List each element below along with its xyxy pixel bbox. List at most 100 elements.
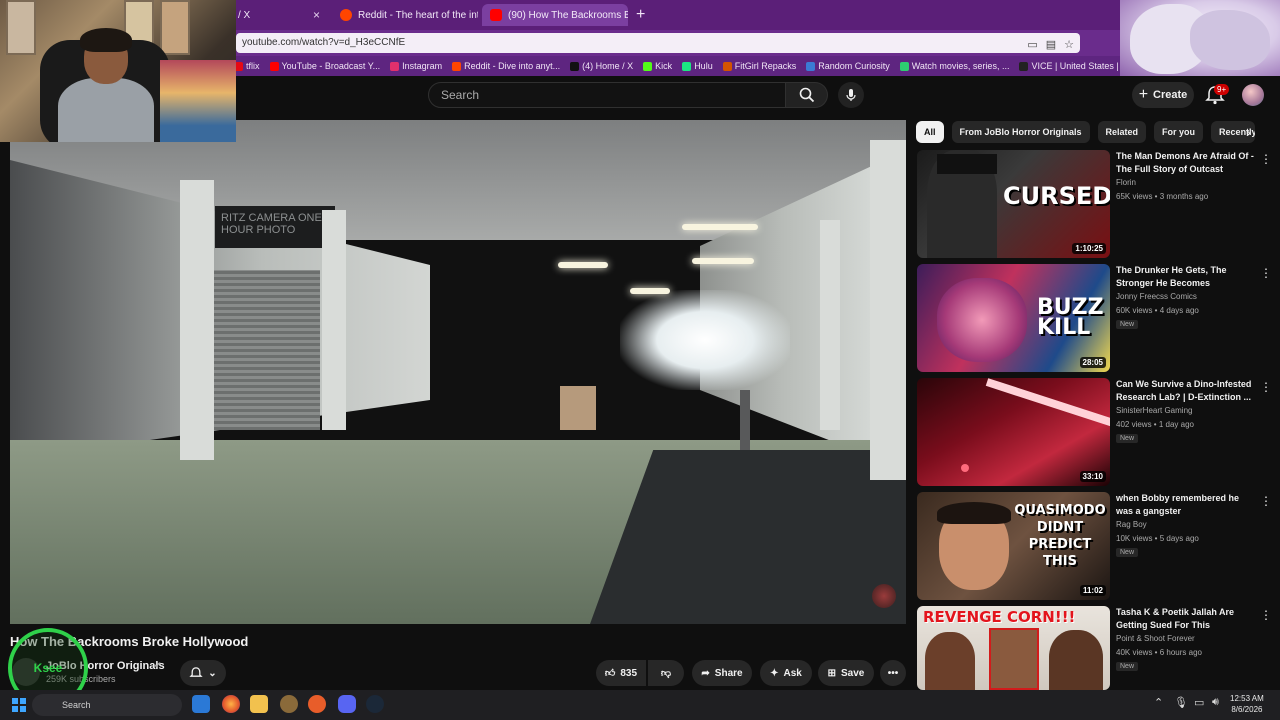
chip-from-channel[interactable]: From JoBlo Horror Originals [951,121,1090,143]
bookmark-favicon-icon [806,61,816,71]
bookmark-item[interactable]: Kick [643,61,672,71]
voice-search-button[interactable] [838,82,864,108]
new-badge: New [1116,434,1139,443]
recommendation-channel[interactable]: Florin [1116,178,1136,187]
windows-start-icon[interactable] [12,698,26,712]
create-button[interactable]: + Create [1132,82,1194,108]
search-input[interactable]: Search [428,82,786,108]
more-vertical-icon[interactable]: ⋮ [1260,266,1272,280]
microphone-tray-icon[interactable]: 🎙︎ [1174,696,1188,709]
chevron-right-icon[interactable]: › [1246,124,1251,140]
bookmark-label: Random Curiosity [818,61,890,71]
screen: / X × Reddit - The heart of the intern ×… [0,0,1280,720]
bookmark-item[interactable]: tflix [234,61,260,71]
file-explorer-icon[interactable] [250,695,268,713]
browser-tab[interactable]: / X × [230,4,328,26]
bookmark-item[interactable]: FitGirl Repacks [722,61,796,71]
chip-for-you[interactable]: For you [1154,121,1204,143]
clock-date: 8/6/2026 [1231,705,1263,714]
video-thumbnail[interactable]: CURSED 1:10:25 [917,150,1110,258]
recommendation-item[interactable]: QUASIMODO DIDNT PREDICT THIS 11:02 when … [917,492,1280,600]
recommendation-channel[interactable]: SinisterHeart Gaming [1116,406,1192,415]
taskbar-search[interactable]: Search [32,694,182,716]
browser-tab-active[interactable]: (90) How The Backrooms B × [482,4,628,26]
search-button[interactable] [786,82,828,108]
video-thumbnail[interactable]: BUZZ KILL 28:05 [917,264,1110,372]
picture-in-picture-icon[interactable]: ▭ [1027,35,1037,55]
new-badge: New [1116,662,1139,671]
bookmark-label: Reddit - Dive into anyt... [464,61,561,71]
recommendation-title[interactable]: The Man Demons Are Afraid Of - The Full … [1116,150,1256,176]
video-thumbnail[interactable]: 33:10 [917,378,1110,486]
address-bar[interactable]: youtube.com/watch?v=d_H3eCCNfE ▭ ▤ ☆ [236,33,1080,53]
notification-subscription-button[interactable]: ⌄ [180,660,226,686]
chip-all[interactable]: All [916,121,944,143]
webcam-overlay [0,0,236,142]
steam-icon[interactable] [366,695,384,713]
recommendation-item[interactable]: BUZZ KILL 28:05 The Drunker He Gets, The… [917,264,1280,372]
recommendation-channel[interactable]: Rag Boy [1116,520,1147,529]
app-icon[interactable] [280,695,298,713]
save-label: Save [841,667,865,679]
app-icon[interactable] [308,695,326,713]
bookmark-item[interactable]: VICE | United States | ... [1019,61,1129,71]
close-tab-icon[interactable]: × [305,8,320,22]
bookmark-item[interactable]: Random Curiosity [806,61,890,71]
discord-icon[interactable] [338,695,356,713]
dislike-button[interactable]: 👎︎ [648,660,684,686]
bookmark-favicon-icon [682,61,692,71]
chevron-up-icon[interactable]: ⌃ [1154,696,1163,709]
chip-related[interactable]: Related [1097,121,1147,143]
recommendation-title[interactable]: The Drunker He Gets, The Stronger He Bec… [1116,264,1256,290]
browser-tab[interactable]: Reddit - The heart of the intern × [332,4,478,26]
video-thumbnail[interactable]: REVENGE CORN!!! [917,606,1110,690]
share-icon: ➦ [701,667,710,679]
recommendation-title[interactable]: Can We Survive a Dino-Infested Research … [1116,378,1256,404]
system-clock[interactable]: 12:53 AM 8/6/2026 [1230,693,1264,715]
volume-icon[interactable]: 🔊︎ [1212,696,1219,709]
ask-button[interactable]: ✦ Ask [760,660,812,686]
recommendation-item[interactable]: 33:10 Can We Survive a Dino-Infested Res… [917,378,1280,486]
bookmark-item[interactable]: (4) Home / X [570,61,633,71]
task-view-icon[interactable] [192,695,210,713]
channel-watermark[interactable] [872,584,896,608]
account-avatar[interactable] [1242,84,1264,106]
url-text: youtube.com/watch?v=d_H3eCCNfE [242,37,406,48]
more-vertical-icon[interactable]: ⋮ [1260,608,1272,622]
more-vertical-icon[interactable]: ⋮ [1260,380,1272,394]
recommendation-channel[interactable]: Jonny Freecss Comics [1116,292,1197,301]
more-vertical-icon[interactable]: ⋮ [1260,152,1272,166]
video-duration: 11:02 [1079,585,1106,596]
thumbs-down-icon: 👎︎ [660,668,672,679]
video-thumbnail[interactable]: QUASIMODO DIDNT PREDICT THIS 11:02 [917,492,1110,600]
like-count: 835 [620,667,638,679]
recommendation-item[interactable]: CURSED 1:10:25 The Man Demons Are Afraid… [917,150,1280,258]
clock-time: 12:53 AM [1230,694,1264,703]
network-icon[interactable]: ▭ [1194,696,1204,709]
bookmark-favicon-icon [643,61,653,71]
save-button[interactable]: ⊞ Save [818,660,874,686]
more-vertical-icon[interactable]: ⋮ [1260,494,1272,508]
bookmark-item[interactable]: Instagram [390,61,442,71]
bookmark-star-icon[interactable]: ☆ [1064,35,1074,55]
share-button[interactable]: ➦ Share [692,660,752,686]
firefox-icon[interactable] [222,695,240,713]
new-tab-icon[interactable]: + [636,6,645,24]
like-button[interactable]: 👍︎ 835 [596,660,646,686]
bookmark-item[interactable]: Watch movies, series, ... [899,61,1010,71]
more-actions-button[interactable]: ••• [880,660,906,686]
bookmark-item[interactable]: Reddit - Dive into anyt... [452,61,560,71]
recommendation-title[interactable]: when Bobby remembered he was a gangster [1116,492,1256,518]
bell-icon [189,667,203,677]
video-player[interactable]: RITZ CAMERA ONE HOUR PHOTO [10,120,906,624]
bookmark-item[interactable]: Hulu [682,61,713,71]
recommendation-title[interactable]: Tasha K & Poetik Jallah Are Getting Sued… [1116,606,1256,632]
recommendation-channel[interactable]: Point & Shoot Forever [1116,634,1195,643]
thumbnail-text: QUASIMODO DIDNT PREDICT THIS [1014,503,1106,569]
recommendation-item[interactable]: REVENGE CORN!!! Tasha K & Poetik Jallah … [917,606,1280,690]
reader-mode-icon[interactable]: ▤ [1046,35,1056,55]
bookmark-item[interactable]: YouTube - Broadcast Y... [269,61,380,71]
verified-icon: ✔ [154,660,162,670]
youtube-favicon-icon [490,9,502,21]
bookmark-label: Watch movies, series, ... [911,61,1010,71]
